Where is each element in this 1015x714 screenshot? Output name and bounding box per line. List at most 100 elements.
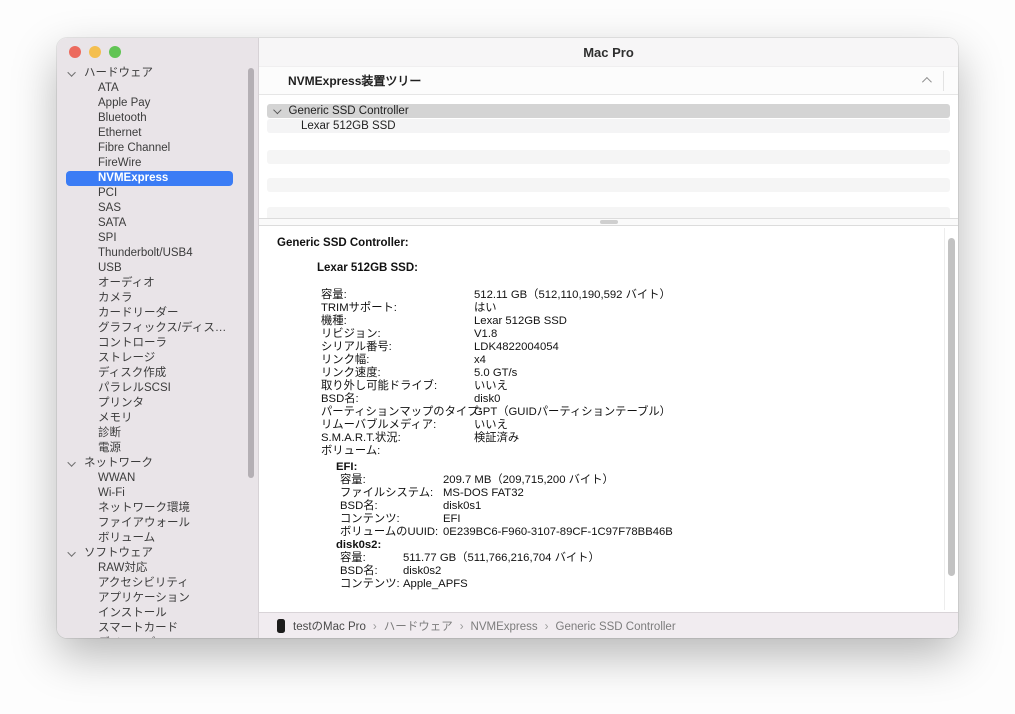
detail-row: リムーバブルメディア:いいえ	[321, 419, 958, 432]
mac-pro-device-icon	[277, 619, 285, 633]
sidebar-item-label: FireWire	[98, 156, 141, 171]
sidebar-item[interactable]: USB	[57, 261, 258, 276]
detail-row: リンク幅:x4	[321, 354, 958, 367]
sidebar-item[interactable]: ハードウェア	[57, 66, 258, 81]
detail-key: 取り外し可能ドライブ:	[321, 380, 474, 393]
collapse-section-button[interactable]	[917, 73, 933, 89]
chevron-down-icon	[273, 106, 281, 114]
sidebar-item[interactable]: Bluetooth	[57, 111, 258, 126]
sidebar-item[interactable]: インストール	[57, 606, 258, 621]
tree-row[interactable]: Lexar 512GB SSD	[267, 119, 950, 133]
detail-panel: Generic SSD Controller: Lexar 512GB SSD:…	[259, 226, 958, 612]
sidebar-item[interactable]: Fibre Channel	[57, 141, 258, 156]
sidebar-scrollbar[interactable]	[248, 68, 254, 478]
sidebar-item[interactable]: SATA	[57, 216, 258, 231]
close-button[interactable]	[69, 46, 81, 58]
sidebar-item[interactable]: オーディオ	[57, 276, 258, 291]
main-pane: Mac Pro NVMExpress装置ツリー Generic SSD Cont…	[258, 38, 958, 638]
device-tree-title: NVMExpress装置ツリー	[288, 72, 421, 89]
sidebar-item[interactable]: メモリ	[57, 411, 258, 426]
chevron-down-icon	[67, 68, 75, 76]
detail-row: BSD名:disk0	[321, 393, 958, 406]
sidebar-item[interactable]: Thunderbolt/USB4	[57, 246, 258, 261]
sidebar-item[interactable]: ネットワーク環境	[57, 501, 258, 516]
detail-value: LDK4822004054	[474, 341, 559, 354]
sidebar-item-label: Ethernet	[98, 126, 141, 141]
sidebar-item-label: スマートカード	[98, 621, 178, 636]
detail-value: MS-DOS FAT32	[443, 487, 524, 500]
sidebar-item[interactable]: 診断	[57, 426, 258, 441]
sidebar-item[interactable]: FireWire	[57, 156, 258, 171]
detail-row: BSD名:disk0s2	[340, 565, 958, 578]
detail-device-title: Lexar 512GB SSD:	[317, 262, 958, 275]
sidebar-item[interactable]: Ethernet	[57, 126, 258, 141]
tree-row[interactable]: Generic SSD Controller	[267, 104, 950, 118]
sidebar-item[interactable]: コントローラ	[57, 336, 258, 351]
detail-row: BSD名:disk0s1	[340, 500, 958, 513]
sidebar-item[interactable]: アプリケーション	[57, 591, 258, 606]
zoom-button[interactable]	[109, 46, 121, 58]
sidebar-item[interactable]: グラフィックス/ディス…	[57, 321, 258, 336]
sidebar-item-label: Apple Pay	[98, 96, 150, 111]
sidebar: ハードウェアATAApple PayBluetoothEthernetFibre…	[57, 38, 258, 638]
sidebar-item[interactable]: 電源	[57, 441, 258, 456]
sidebar-item[interactable]: NVMExpress	[57, 171, 258, 186]
sidebar-item-label: ソフトウェア	[84, 546, 153, 561]
detail-value: 511.77 GB（511,766,216,704 バイト）	[403, 552, 600, 565]
tree-row-label: Lexar 512GB SSD	[301, 120, 396, 132]
sidebar-item[interactable]: ボリューム	[57, 531, 258, 546]
empty-tree-stripe	[267, 207, 950, 218]
sidebar-item[interactable]: デベロッパ	[57, 636, 258, 638]
breadcrumb-item: ハードウェア	[384, 621, 453, 633]
detail-row: コンテンツ:EFI	[340, 513, 958, 526]
sidebar-item[interactable]: ネットワーク	[57, 456, 258, 471]
sidebar-item-label: Thunderbolt/USB4	[98, 246, 193, 261]
sidebar-item[interactable]: Apple Pay	[57, 96, 258, 111]
sidebar-item-label: オーディオ	[98, 276, 155, 291]
detail-value: EFI	[443, 513, 461, 526]
breadcrumb-bar: testのMac Pro›ハードウェア›NVMExpress›Generic S…	[259, 612, 958, 638]
sidebar-item-label: Wi-Fi	[98, 486, 125, 501]
sidebar-item[interactable]: SAS	[57, 201, 258, 216]
sidebar-item[interactable]: パラレルSCSI	[57, 381, 258, 396]
sidebar-item-label: ファイアウォール	[98, 516, 190, 531]
sidebar-item-label: ストレージ	[98, 351, 155, 366]
detail-group-title: disk0s2:	[336, 539, 958, 552]
pane-splitter[interactable]	[259, 218, 958, 226]
sidebar-item[interactable]: WWAN	[57, 471, 258, 486]
breadcrumb-item: testのMac Pro	[293, 621, 366, 633]
detail-key: パーティションマップのタイプ:	[321, 406, 474, 419]
chevron-down-icon	[67, 548, 75, 556]
sidebar-item-label: WWAN	[98, 471, 135, 486]
detail-group: EFI:容量:209.7 MB（209,715,200 バイト）ファイルシステム…	[277, 461, 958, 539]
sidebar-item[interactable]: カードリーダー	[57, 306, 258, 321]
sidebar-item[interactable]: プリンタ	[57, 396, 258, 411]
breadcrumb-separator: ›	[460, 621, 464, 633]
detail-value: V1.8	[474, 328, 497, 341]
splitter-handle-icon	[600, 220, 618, 224]
header-divider	[943, 71, 944, 91]
sidebar-item[interactable]: RAW対応	[57, 561, 258, 576]
sidebar-item[interactable]: Wi-Fi	[57, 486, 258, 501]
sidebar-item[interactable]: PCI	[57, 186, 258, 201]
sidebar-item[interactable]: スマートカード	[57, 621, 258, 636]
minimize-button[interactable]	[89, 46, 101, 58]
empty-tree-stripe	[267, 150, 950, 164]
system-information-window: ハードウェアATAApple PayBluetoothEthernetFibre…	[57, 38, 958, 638]
sidebar-item[interactable]: アクセシビリティ	[57, 576, 258, 591]
sidebar-item[interactable]: ファイアウォール	[57, 516, 258, 531]
sidebar-item[interactable]: SPI	[57, 231, 258, 246]
detail-row: 容量:209.7 MB（209,715,200 バイト）	[340, 474, 958, 487]
detail-key: ファイルシステム:	[340, 487, 443, 500]
sidebar-item[interactable]: ATA	[57, 81, 258, 96]
sidebar-item[interactable]: カメラ	[57, 291, 258, 306]
sidebar-item[interactable]: ストレージ	[57, 351, 258, 366]
device-tree: Generic SSD Controller Lexar 512GB SSD	[259, 95, 958, 218]
detail-group: disk0s2:容量:511.77 GB（511,766,216,704 バイト…	[277, 539, 958, 591]
detail-scrollbar-track[interactable]	[944, 228, 958, 610]
sidebar-item-label: アクセシビリティ	[98, 576, 189, 591]
detail-scrollbar-thumb[interactable]	[948, 238, 955, 576]
detail-row: ボリュームのUUID:0E239BC6-F960-3107-89CF-1C97F…	[340, 526, 958, 539]
sidebar-item[interactable]: ソフトウェア	[57, 546, 258, 561]
sidebar-item[interactable]: ディスク作成	[57, 366, 258, 381]
